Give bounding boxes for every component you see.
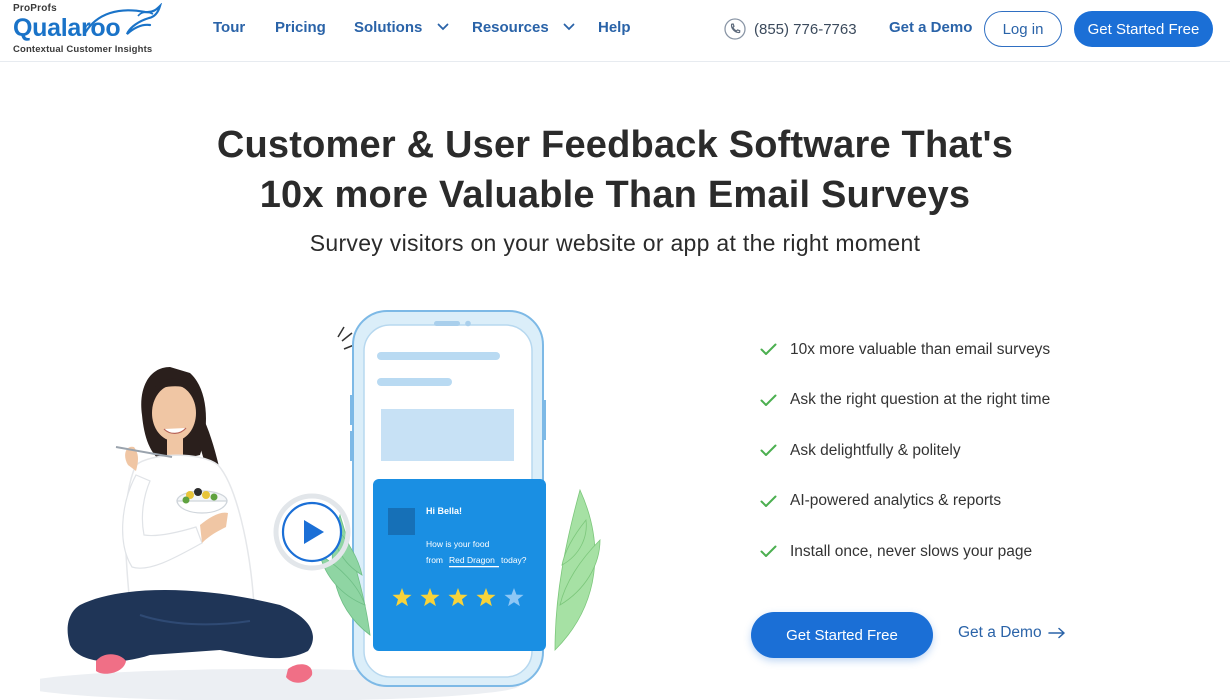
chevron-down-icon xyxy=(437,23,448,31)
hero-get-started-button[interactable]: Get Started Free xyxy=(751,612,933,658)
top-navbar: ProProfs Qualaroo Contextual Customer In… xyxy=(0,0,1230,62)
hero-illustration: Hi Bella! How is your food from Red Drag… xyxy=(20,305,610,700)
checkmark-icon xyxy=(760,394,777,406)
checkmark-icon xyxy=(760,495,777,507)
nav-solutions-dropdown[interactable]: Solutions xyxy=(354,19,449,36)
woman-phone-survey-illustration: Hi Bella! How is your food from Red Drag… xyxy=(20,310,601,700)
hero-heading-line-2: 10x more Valuable Than Email Surveys xyxy=(259,174,971,216)
hero-get-demo-label: Get a Demo xyxy=(958,624,1042,641)
logo-parent-brand: ProProfs xyxy=(13,3,57,14)
phone-icon xyxy=(724,18,746,40)
phone-number: (855) 776-7763 xyxy=(754,20,857,38)
hero-heading: Customer & User Feedback Software That's… xyxy=(0,120,1230,220)
feature-text: 10x more valuable than email surveys xyxy=(790,340,1051,358)
chevron-down-icon xyxy=(563,23,575,31)
nav-tour-label: Tour xyxy=(213,19,246,36)
checkmark-icon xyxy=(760,444,777,456)
nav-tour[interactable]: Tour xyxy=(213,19,245,36)
hero-get-demo-link[interactable]: Get a Demo xyxy=(958,624,1066,642)
survey-question-link: Red Dragon xyxy=(449,555,495,565)
phone-number-link[interactable]: (855) 776-7763 xyxy=(724,18,857,40)
feature-text: Install once, never slows your page xyxy=(790,542,1033,560)
feature-item: 10x more valuable than email surveys xyxy=(760,336,1120,363)
header-get-demo-link[interactable]: Get a Demo xyxy=(889,19,972,36)
checkmark-icon xyxy=(760,545,777,557)
feature-item: AI-powered analytics & reports xyxy=(760,488,1120,515)
hero-heading-line-1: Customer & User Feedback Software That's xyxy=(216,124,1014,166)
survey-greeting: Hi Bella! xyxy=(426,506,462,516)
nav-help-label: Help xyxy=(598,19,631,36)
arrow-right-icon xyxy=(1047,627,1065,639)
feature-text: Ask delightfully & politely xyxy=(790,441,961,459)
feature-text: AI-powered analytics & reports xyxy=(790,492,1002,509)
logo-tagline: Contextual Customer Insights xyxy=(13,44,153,55)
header-get-started-button[interactable]: Get Started Free xyxy=(1074,11,1213,47)
checkmark-icon xyxy=(760,343,777,355)
hero-subtitle: Survey visitors on your website or app a… xyxy=(309,230,921,256)
nav-resources-label: Resources xyxy=(472,19,549,36)
feature-item: Ask the right question at the right time xyxy=(760,387,1120,414)
survey-question-line-1: How is your food xyxy=(426,539,490,549)
feature-list: 10x more valuable than email surveys Ask… xyxy=(760,336,1120,589)
login-button[interactable]: Log in xyxy=(984,11,1062,47)
survey-question-suffix: today? xyxy=(501,555,527,565)
feature-text: Ask the right question at the right time xyxy=(790,391,1051,408)
nav-pricing[interactable]: Pricing xyxy=(275,19,326,36)
kangaroo-logo-icon xyxy=(83,3,163,35)
qualaroo-logo[interactable]: ProProfs Qualaroo Contextual Customer In… xyxy=(13,3,163,57)
feature-item: Install once, never slows your page xyxy=(760,538,1120,565)
nav-solutions-label: Solutions xyxy=(354,19,423,36)
feature-item: Ask delightfully & politely xyxy=(760,437,1120,464)
nav-resources-dropdown[interactable]: Resources xyxy=(472,19,575,36)
nav-pricing-label: Pricing xyxy=(275,19,326,36)
nav-help[interactable]: Help xyxy=(598,19,631,36)
survey-question-prefix: from xyxy=(426,555,443,565)
